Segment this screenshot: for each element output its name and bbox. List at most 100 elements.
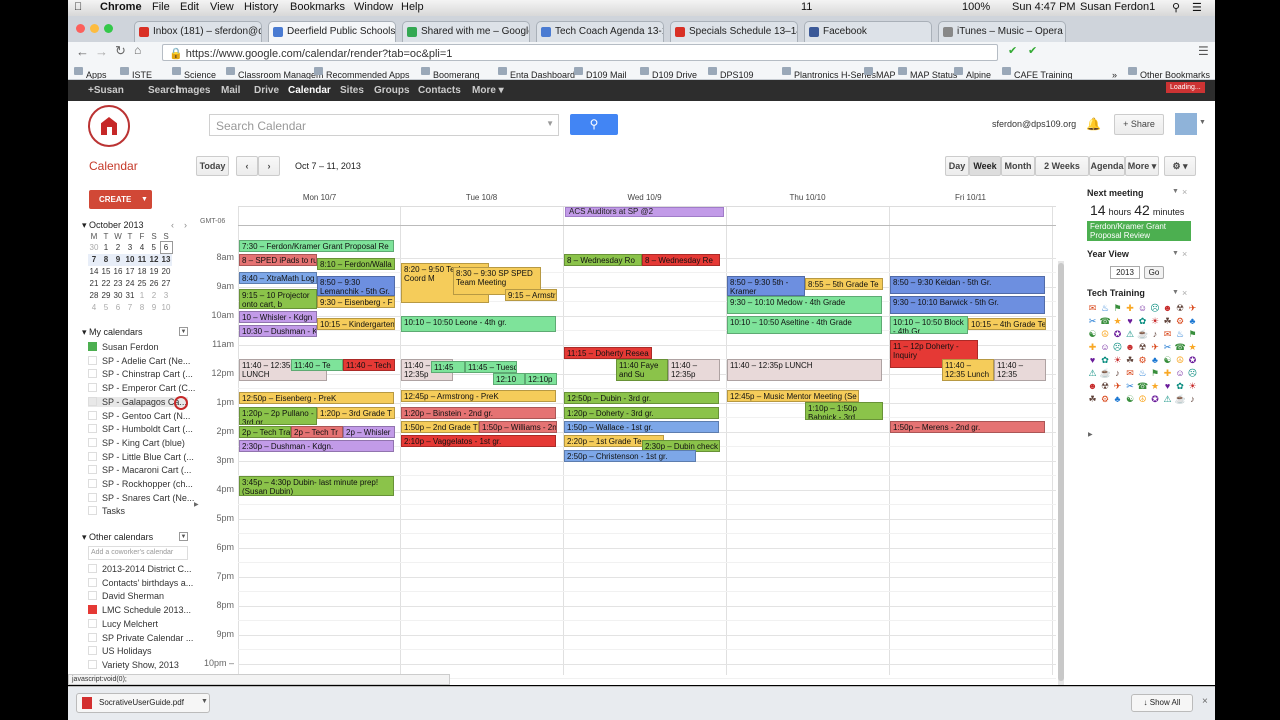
mini-calendar-title[interactable]: ▾ October 2013 (82, 220, 144, 231)
view-2-weeks[interactable]: 2 Weeks (1035, 156, 1089, 176)
address-bar[interactable]: 🔒 https://www.google.com/calendar/render… (162, 44, 998, 61)
training-icon[interactable]: ✿ (1175, 381, 1186, 392)
mini-cal-day[interactable]: 9 (148, 302, 160, 314)
bookmark-item[interactable]: Enta Dashboard (498, 66, 575, 79)
mini-cal-day[interactable]: 30 (112, 290, 124, 302)
day-header[interactable]: Mon 10/7 (238, 193, 401, 202)
calendar-color-swatch[interactable] (88, 396, 97, 406)
training-icon[interactable]: ☯ (1087, 329, 1098, 340)
calendar-item[interactable]: 2013-2014 District C... (88, 564, 192, 574)
view-agenda[interactable]: Agenda (1089, 156, 1125, 176)
calendar-event[interactable]: 11:45 – Tuesd (465, 361, 517, 373)
calendar-color-swatch[interactable] (88, 465, 97, 475)
account-menu-chevron-icon[interactable]: ▼ (1199, 119, 1206, 126)
gbar-item[interactable]: More ▾ (472, 85, 504, 96)
download-item[interactable]: SocrativeUserGuide.pdf ▼ (76, 693, 210, 713)
calendar-color-swatch[interactable] (88, 355, 97, 365)
calendar-event[interactable]: 3:45p – 4:30p Dubin- last minute prep! (… (239, 476, 394, 496)
calendar-event[interactable]: 11:45 (431, 361, 465, 373)
mini-cal-day[interactable]: 1 (136, 290, 148, 302)
close-downloads-icon[interactable]: × (1202, 696, 1208, 707)
training-icon[interactable]: ☹ (1187, 368, 1198, 379)
training-icon[interactable]: ☢ (1137, 342, 1148, 353)
calendar-event[interactable]: 9:30 – 10:10 Medow - 4th Grade (727, 296, 882, 314)
calendar-event[interactable]: 1:20p – Binstein - 2nd gr. (401, 407, 556, 419)
training-icon[interactable]: ♣ (1112, 394, 1123, 405)
calendar-color-swatch[interactable] (88, 646, 97, 656)
next-week-button[interactable]: › (258, 156, 280, 176)
school-logo[interactable] (88, 105, 130, 147)
calendar-item[interactable]: SP Private Calendar ... (88, 632, 193, 643)
create-dropdown-icon[interactable]: ▼ (141, 190, 148, 209)
calendar-color-swatch[interactable] (88, 451, 97, 461)
calendar-event[interactable]: 1:10p – 1:50p Bahnick - 3rd (805, 402, 883, 420)
bookmark-item[interactable]: Boomerang (421, 66, 480, 79)
calendar-event[interactable]: 8 – SPED iPads to ru (239, 254, 317, 266)
create-button[interactable]: CREATE ▼ (89, 190, 152, 209)
training-icon[interactable]: ☘ (1087, 394, 1098, 405)
download-menu-icon[interactable]: ▼ (201, 698, 208, 705)
calendar-event[interactable]: 10:30 – Dushman - Kdgn. (239, 325, 317, 337)
other-calendars-menu-icon[interactable]: ▼ (179, 532, 188, 541)
tab-4[interactable]: Specials Schedule 13–14 (670, 21, 798, 42)
calendar-item[interactable]: SP - Macaroni Cart (... (88, 465, 191, 475)
gbar-item[interactable]: Drive (254, 85, 279, 96)
calendar-item[interactable]: SP - Snares Cart (Ne... (88, 492, 194, 503)
training-icon[interactable]: ☻ (1125, 342, 1136, 353)
calendar-item[interactable]: SP - Little Blue Cart (... (88, 451, 194, 462)
sidebar-toggle-icon[interactable]: ▶ (194, 501, 199, 508)
calendar-color-swatch[interactable] (88, 342, 97, 351)
gadget-menu-icon[interactable]: ▼ (1172, 250, 1179, 257)
zoom-window-icon[interactable] (104, 24, 113, 33)
add-coworker-input[interactable]: Add a coworker's calendar (88, 546, 188, 560)
training-icon[interactable]: ⚙ (1137, 355, 1148, 366)
chrome-menu-icon[interactable]: ☰ (1198, 44, 1209, 58)
calendar-color-swatch[interactable] (88, 591, 97, 601)
training-icon[interactable]: ☺ (1100, 342, 1111, 353)
training-icon[interactable]: ✂ (1125, 381, 1136, 392)
view-day[interactable]: Day (945, 156, 969, 176)
training-icon[interactable]: ✈ (1187, 303, 1198, 314)
calendar-item[interactable]: SP - Galapagos Ca... (88, 396, 188, 407)
calendar-event[interactable]: 10:10 – 10:50 Aseltine - 4th Grade (727, 316, 882, 334)
extension-check-icon[interactable]: ✔ (1008, 44, 1017, 57)
training-icon[interactable]: ☺ (1175, 368, 1186, 379)
mini-cal-day[interactable]: 9 (112, 253, 124, 266)
mini-cal-day[interactable]: 30 (88, 242, 100, 254)
home-icon[interactable]: ⌂ (134, 43, 141, 57)
mini-cal-day[interactable]: 24 (124, 278, 136, 290)
mini-cal-day[interactable]: 26 (148, 278, 160, 290)
calendar-color-swatch[interactable] (88, 564, 97, 573)
bookmark-item[interactable]: MAP Status (898, 66, 957, 79)
training-icon[interactable]: ☕ (1100, 368, 1111, 379)
calendar-event[interactable]: 8 – Wednesday Re (642, 254, 720, 266)
training-icon[interactable]: ✪ (1112, 329, 1123, 340)
reload-icon[interactable]: ↻ (115, 43, 126, 59)
today-button[interactable]: Today (196, 156, 229, 176)
training-icon[interactable]: ⚠ (1087, 368, 1098, 379)
calendar-event[interactable]: 8 – Wednesday Ro (564, 254, 642, 266)
mini-cal-day[interactable]: 10 (160, 302, 172, 314)
menu-view[interactable]: View (210, 1, 234, 13)
training-icon[interactable]: ♥ (1125, 316, 1136, 327)
training-icon[interactable]: ⚙ (1175, 316, 1186, 327)
apple-menu[interactable]:  (74, 1, 82, 13)
mini-cal-day[interactable]: 31 (124, 290, 136, 302)
mini-cal-next-icon[interactable]: › (184, 220, 187, 230)
calendar-event[interactable]: 1:20p – 3rd Grade T (317, 407, 395, 419)
calendar-item[interactable]: SP - Chinstrap Cart (... (88, 369, 193, 379)
training-icon[interactable]: ✉ (1162, 329, 1173, 340)
calendar-event[interactable]: 11:40 – Tech (343, 359, 395, 371)
bookmark-item[interactable]: Apps (74, 66, 107, 79)
training-icon[interactable]: ☎ (1137, 381, 1148, 392)
training-icon[interactable]: ☎ (1100, 316, 1111, 327)
training-icon[interactable]: ★ (1150, 381, 1161, 392)
gadget-close-icon[interactable]: × (1182, 187, 1187, 197)
gadget-menu-icon[interactable]: ▼ (1172, 188, 1179, 195)
calendar-event[interactable]: 10:10 – 10:50 Block - 4th Gr. (890, 316, 968, 334)
calendar-item[interactable]: SP - King Cart (blue) (88, 437, 185, 448)
calendar-item[interactable]: Contacts' birthdays a... (88, 577, 193, 588)
mini-cal-day[interactable]: 2 (112, 242, 124, 254)
prev-week-button[interactable]: ‹ (236, 156, 258, 176)
extension-check2-icon[interactable]: ✔ (1028, 44, 1037, 57)
